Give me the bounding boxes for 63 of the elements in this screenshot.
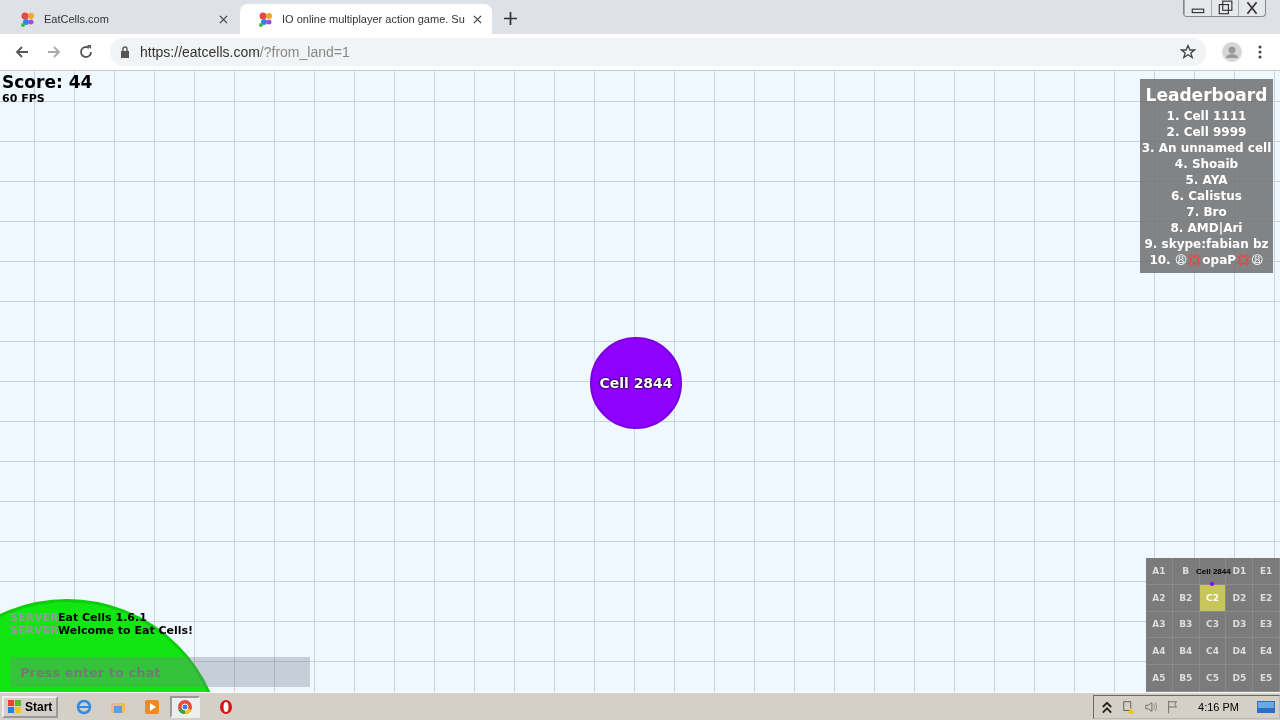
minimap-sector: B5 [1172, 665, 1200, 692]
minimap-sector: A3 [1146, 611, 1173, 639]
lock-icon [120, 46, 130, 58]
leaderboard-title: Leaderboard [1144, 85, 1269, 105]
minimap-sector: E4 [1253, 638, 1280, 666]
reload-icon[interactable] [78, 44, 94, 60]
close-icon[interactable] [472, 14, 482, 24]
game-canvas[interactable] [0, 71, 1280, 692]
back-arrow-icon[interactable] [14, 44, 30, 60]
leaderboard-entry: 2. Cell 9999 [1165, 124, 1248, 140]
leaderboard-entry: 3. An unnamed cell [1140, 140, 1273, 156]
minimap-sector: C4 [1199, 638, 1227, 666]
minimap-sector: B4 [1172, 638, 1200, 666]
minimap-sector: A2 [1146, 584, 1173, 612]
minimap-sector: A4 [1146, 638, 1173, 666]
minimap-sector: A5 [1146, 665, 1173, 692]
browser-tab[interactable]: IO online multiplayer action game. Su [240, 4, 492, 34]
star-icon[interactable] [1180, 44, 1196, 60]
score-text: Score: 44 [2, 72, 93, 92]
colorful-dots-icon [20, 11, 36, 27]
minimap-sector: D2 [1226, 584, 1254, 612]
clock-text: 4:16 PM [1198, 700, 1239, 713]
minimap-sector: C5 [1199, 665, 1227, 692]
chat-sender: SERVER [10, 611, 58, 624]
chat-sender: SERVER [10, 624, 58, 637]
chevron-up-icon[interactable] [1100, 699, 1115, 714]
ring-icon[interactable] [218, 698, 235, 715]
start-button[interactable]: Start [2, 695, 59, 718]
leaderboard-entry: 1. Cell 1111 [1165, 108, 1248, 124]
minimap-sector: A1 [1146, 558, 1173, 585]
minimap-sector: D3 [1226, 611, 1254, 639]
fps-text: 60 FPS [2, 92, 46, 105]
leaderboard-entry: 6. Calistus [1170, 188, 1243, 204]
player-dot-icon [1210, 582, 1214, 586]
leaderboard-entry: 5. AYA [1184, 172, 1229, 188]
chrome-like-icon [177, 698, 194, 715]
chat-message: Eat Cells 1.6.1 [58, 611, 147, 624]
profile-icon[interactable] [1222, 42, 1242, 62]
minimap-sector: E5 [1253, 665, 1280, 692]
minimap-player-label: Cell 2844 [1196, 567, 1231, 576]
window-controls[interactable] [1183, 0, 1266, 17]
leaderboard-entry: 8. AMD|Ari [1169, 220, 1244, 236]
new-tab-icon[interactable] [503, 12, 517, 25]
browser-tab[interactable]: EatCells.com [2, 4, 238, 34]
player-cell: Cell 2844 [590, 337, 682, 429]
colorful-dots-icon [258, 11, 274, 27]
close-icon[interactable] [219, 14, 228, 24]
minimap-sector: D4 [1226, 638, 1254, 666]
minimap-sector: E3 [1253, 611, 1280, 639]
taskbar-button[interactable] [170, 695, 201, 718]
desktop-icon[interactable] [1257, 699, 1275, 714]
menu-icon[interactable] [1258, 44, 1262, 60]
minimap-sector: E1 [1253, 558, 1280, 585]
windows-logo-icon [8, 699, 22, 714]
minimap-sector: E2 [1253, 584, 1280, 612]
address-field[interactable]: https://eatcells.com/?from_land=1 [110, 38, 1206, 66]
leaderboard-entry: 10. 😩💢opaP💢😩 [1148, 252, 1265, 268]
network-warning-icon[interactable] [1122, 699, 1137, 714]
leaderboard-entry: 9. skype:fabian bz [1143, 236, 1270, 252]
minimap-sector: D5 [1226, 665, 1254, 692]
chat-message: Welcome to Eat Cells! [58, 624, 194, 637]
leaderboard-entry: 4. Shoaib [1173, 156, 1240, 172]
leaderboard-entry: 7. Bro [1185, 204, 1228, 220]
